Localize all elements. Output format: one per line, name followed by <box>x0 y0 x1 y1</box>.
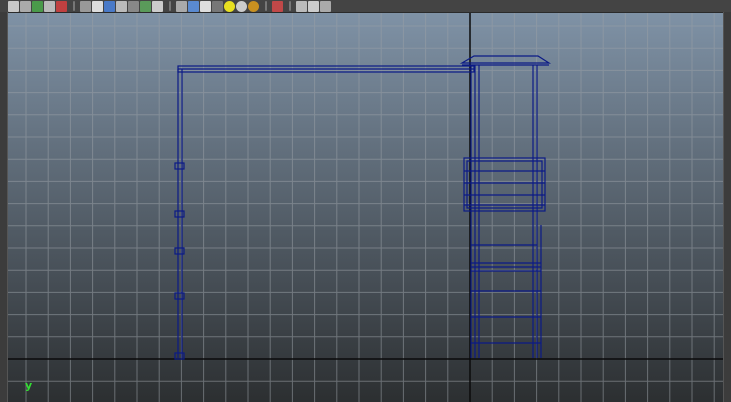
xray-icon[interactable] <box>128 0 139 12</box>
flat-shade-icon[interactable] <box>116 0 127 12</box>
front-viewport[interactable] <box>8 13 723 402</box>
pick-mask-icon[interactable] <box>272 0 283 12</box>
link-icon[interactable] <box>320 0 331 12</box>
select-icon[interactable] <box>8 0 19 12</box>
toolbar-separator <box>73 1 75 11</box>
toolbar-separator <box>265 1 267 11</box>
lasso-icon[interactable] <box>20 0 31 12</box>
shelf-icon[interactable] <box>44 0 55 12</box>
sphere-shade-icon[interactable] <box>104 0 115 12</box>
toolbar-icons <box>8 0 332 12</box>
viewport-toolbar <box>0 0 731 13</box>
cube-texture-icon[interactable] <box>200 0 211 12</box>
smooth-shade-icon[interactable] <box>92 0 103 12</box>
cube-wire-icon[interactable] <box>176 0 187 12</box>
info-icon[interactable] <box>152 0 163 12</box>
checker-icon[interactable] <box>212 0 223 12</box>
cube-shade-icon[interactable] <box>188 0 199 12</box>
toolbar-separator <box>169 1 171 11</box>
axis-label-text: y <box>25 379 33 392</box>
right-panel-edge <box>723 12 731 402</box>
toolbar-separator <box>289 1 291 11</box>
viewport-canvas <box>8 13 723 402</box>
light-grey-icon[interactable] <box>236 0 247 12</box>
light-yellow-icon[interactable] <box>224 0 235 12</box>
wireframe-icon[interactable] <box>80 0 91 12</box>
camera-icon[interactable] <box>296 0 307 12</box>
light-gold-icon[interactable] <box>248 0 259 12</box>
left-panel-edge <box>0 12 8 402</box>
grid-toggle-icon[interactable] <box>140 0 151 12</box>
bookmark-icon[interactable] <box>308 0 319 12</box>
paint-icon[interactable] <box>32 0 43 12</box>
axis-indicator-y: y <box>25 379 32 392</box>
snap-icon[interactable] <box>56 0 67 12</box>
